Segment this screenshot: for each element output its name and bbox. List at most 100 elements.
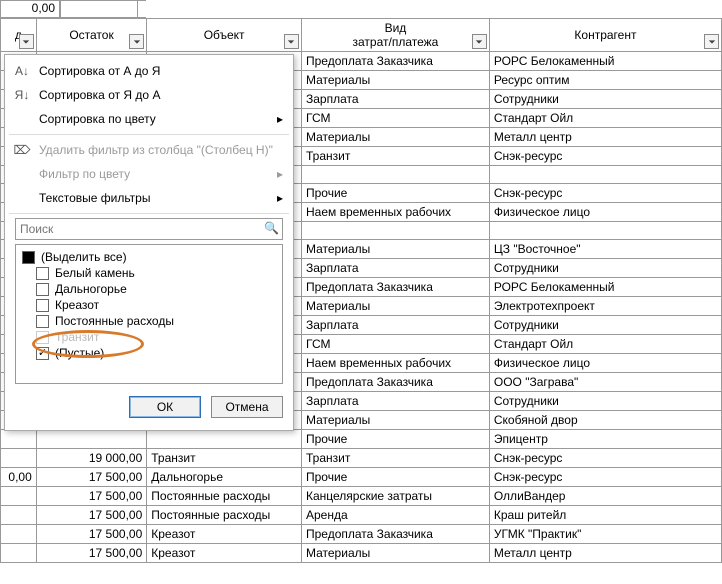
cell-type[interactable]: Транзит: [301, 449, 489, 468]
cell-type[interactable]: Предоплата Заказчика: [301, 278, 489, 297]
cancel-button[interactable]: Отмена: [211, 396, 283, 418]
cell-amount[interactable]: 19 000,00: [36, 449, 147, 468]
cell-contractor[interactable]: Металл центр: [489, 128, 721, 147]
checkbox-icon[interactable]: [36, 267, 49, 280]
cell-contractor[interactable]: Краш ритейл: [489, 506, 721, 525]
header-type[interactable]: Вид затрат/платежа: [301, 19, 489, 52]
cell-contractor[interactable]: Металл центр: [489, 544, 721, 563]
cell-contractor[interactable]: Эпицентр: [489, 430, 721, 449]
cell-contractor[interactable]: ЦЗ "Восточное": [489, 240, 721, 259]
cell-type[interactable]: Материалы: [301, 544, 489, 563]
cell-contractor[interactable]: ООО "Заграва": [489, 373, 721, 392]
sort-by-color[interactable]: Сортировка по цвету ▸: [5, 107, 293, 131]
cell-contractor[interactable]: РОРС Белокаменный: [489, 278, 721, 297]
cell-contractor[interactable]: Физическое лицо: [489, 354, 721, 373]
cell-type[interactable]: Прочие: [301, 430, 489, 449]
cell-contractor[interactable]: Физическое лицо: [489, 203, 721, 222]
table-row[interactable]: 17 500,00КреазотПредоплата ЗаказчикаУГМК…: [1, 525, 722, 544]
check-item[interactable]: Дальногорье: [36, 281, 276, 297]
table-row[interactable]: 17 500,00Постоянные расходыАрендаКраш ри…: [1, 506, 722, 525]
cell-type[interactable]: ГСМ: [301, 335, 489, 354]
cell-type[interactable]: Материалы: [301, 71, 489, 90]
cell-prefix[interactable]: 0,00: [1, 468, 37, 487]
cell-type[interactable]: ГСМ: [301, 109, 489, 128]
cell-contractor[interactable]: УГМК "Практик": [489, 525, 721, 544]
cell-type[interactable]: Предоплата Заказчика: [301, 525, 489, 544]
cell-object[interactable]: Постоянные расходы: [147, 506, 302, 525]
cell-contractor[interactable]: Электротехпроект: [489, 297, 721, 316]
cell-type[interactable]: Зарплата: [301, 316, 489, 335]
cell-type[interactable]: Материалы: [301, 411, 489, 430]
check-item[interactable]: Белый камень: [36, 265, 276, 281]
cell-amount[interactable]: 17 500,00: [36, 525, 147, 544]
table-row[interactable]: ПрочиеЭпицентр: [1, 430, 722, 449]
check-item[interactable]: Постоянные расходы: [36, 313, 276, 329]
checkbox-icon[interactable]: [36, 283, 49, 296]
cell-type[interactable]: Прочие: [301, 468, 489, 487]
cell-contractor[interactable]: Снэк-ресурс: [489, 468, 721, 487]
check-item[interactable]: Транзит: [36, 329, 276, 345]
cell-type[interactable]: Зарплата: [301, 259, 489, 278]
cell-type[interactable]: [301, 222, 489, 240]
cell-contractor[interactable]: Сотрудники: [489, 392, 721, 411]
cell-contractor[interactable]: Ресурс оптим: [489, 71, 721, 90]
dropdown-icon[interactable]: [284, 34, 299, 49]
cell-object[interactable]: Креазот: [147, 544, 302, 563]
dropdown-icon[interactable]: [129, 34, 144, 49]
table-row[interactable]: 17 500,00КреазотМатериалыМеталл центр: [1, 544, 722, 563]
cell-contractor[interactable]: РОРС Белокаменный: [489, 52, 721, 71]
checkbox-icon[interactable]: [36, 315, 49, 328]
cell-contractor[interactable]: [489, 222, 721, 240]
header-contractor[interactable]: Контрагент: [489, 19, 721, 52]
cell-contractor[interactable]: Сотрудники: [489, 90, 721, 109]
table-row[interactable]: 0,0017 500,00ДальногорьеПрочиеСнэк-ресур…: [1, 468, 722, 487]
cell-type[interactable]: Прочие: [301, 184, 489, 203]
cell-contractor[interactable]: Снэк-ресурс: [489, 449, 721, 468]
filter-search-input[interactable]: [15, 218, 283, 240]
cell-contractor[interactable]: Стандарт Ойл: [489, 335, 721, 354]
cell-contractor[interactable]: Стандарт Ойл: [489, 109, 721, 128]
cell-contractor[interactable]: [489, 166, 721, 184]
cell-contractor[interactable]: Скобяной двор: [489, 411, 721, 430]
header-col-d[interactable]: д: [1, 19, 37, 52]
cell-type[interactable]: Транзит: [301, 147, 489, 166]
cell-object[interactable]: Креазот: [147, 525, 302, 544]
dropdown-icon[interactable]: [19, 34, 34, 49]
sort-desc[interactable]: Я↓ Сортировка от Я до А: [5, 83, 293, 107]
sort-asc[interactable]: А↓ Сортировка от А до Я: [5, 59, 293, 83]
checkbox-icon[interactable]: [36, 331, 49, 344]
cell-type[interactable]: Канцелярские затраты: [301, 487, 489, 506]
cell-contractor[interactable]: Снэк-ресурс: [489, 184, 721, 203]
cell-amount[interactable]: 17 500,00: [36, 468, 147, 487]
header-ostatok[interactable]: Остаток: [36, 19, 147, 52]
checkbox-icon[interactable]: [36, 347, 49, 360]
cell-type[interactable]: Предоплата Заказчика: [301, 373, 489, 392]
check-select-all[interactable]: (Выделить все): [22, 249, 276, 265]
cell-type[interactable]: Материалы: [301, 240, 489, 259]
cell-prefix[interactable]: [1, 449, 37, 468]
cell-contractor[interactable]: ОллиВандер: [489, 487, 721, 506]
check-item-blanks[interactable]: (Пустые): [36, 345, 276, 361]
dropdown-icon[interactable]: [704, 34, 719, 49]
header-object[interactable]: Объект: [147, 19, 302, 52]
cell-type[interactable]: Аренда: [301, 506, 489, 525]
cell-type[interactable]: Материалы: [301, 297, 489, 316]
table-row[interactable]: 17 500,00Постоянные расходыКанцелярские …: [1, 487, 722, 506]
cell-contractor[interactable]: Снэк-ресурс: [489, 147, 721, 166]
cell-amount[interactable]: 17 500,00: [36, 487, 147, 506]
cell-type[interactable]: Наем временных рабочих: [301, 203, 489, 222]
ok-button[interactable]: ОК: [129, 396, 201, 418]
cell-prefix[interactable]: [1, 525, 37, 544]
cell-object[interactable]: Дальногорье: [147, 468, 302, 487]
cell-type[interactable]: Зарплата: [301, 90, 489, 109]
cell-amount[interactable]: 17 500,00: [36, 544, 147, 563]
cell-type[interactable]: Наем временных рабочих: [301, 354, 489, 373]
cell-type[interactable]: Зарплата: [301, 392, 489, 411]
cell-type[interactable]: Материалы: [301, 128, 489, 147]
cell-contractor[interactable]: Сотрудники: [489, 316, 721, 335]
text-filters[interactable]: Текстовые фильтры ▸: [5, 186, 293, 210]
cell-object[interactable]: Транзит: [147, 449, 302, 468]
cell-contractor[interactable]: Сотрудники: [489, 259, 721, 278]
checkbox-icon[interactable]: [22, 251, 35, 264]
cell-type[interactable]: Предоплата Заказчика: [301, 52, 489, 71]
